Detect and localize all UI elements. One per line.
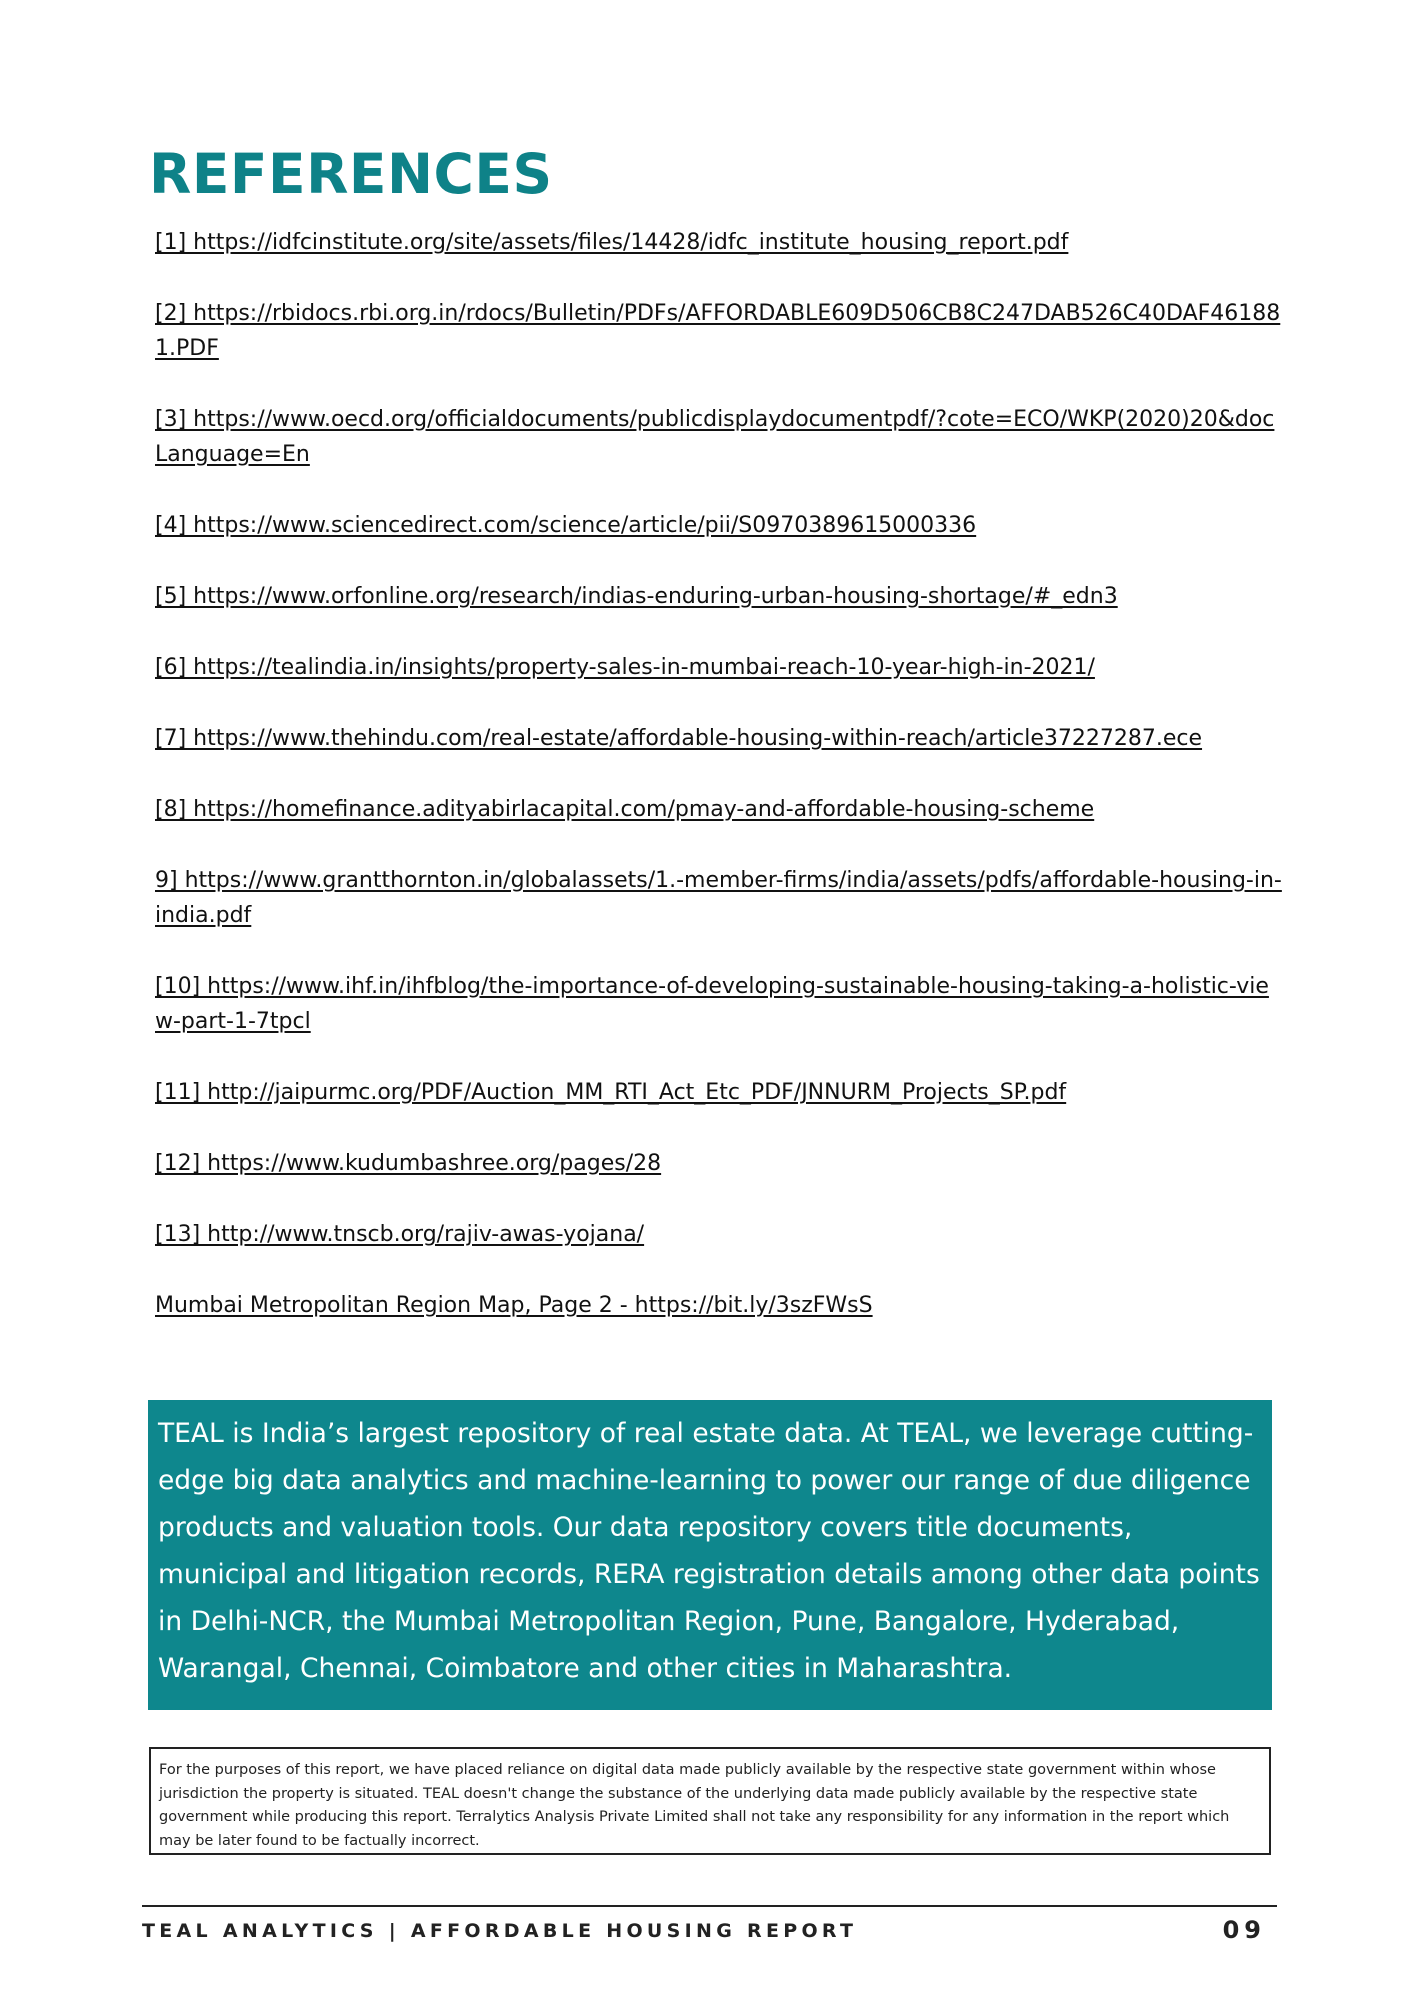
disclaimer-box: For the purposes of this report, we have… bbox=[149, 1747, 1271, 1855]
about-teal-box: TEAL is India’s largest repository of re… bbox=[148, 1400, 1272, 1710]
reference-link[interactable]: [13] http://www.tnscb.org/rajiv-awas-yoj… bbox=[155, 1217, 1285, 1252]
reference-link[interactable]: [10] https://www.ihf.in/ihfblog/the-impo… bbox=[155, 969, 1285, 1039]
reference-link[interactable]: [6] https://tealindia.in/insights/proper… bbox=[155, 650, 1285, 685]
page-title: REFERENCES bbox=[149, 142, 553, 206]
reference-link[interactable]: [7] https://www.thehindu.com/real-estate… bbox=[155, 721, 1285, 756]
reference-link[interactable]: 9] https://www.grantthornton.in/globalas… bbox=[155, 863, 1285, 933]
page: REFERENCES [1] https://idfcinstitute.org… bbox=[0, 0, 1414, 2000]
reference-link[interactable]: [4] https://www.sciencedirect.com/scienc… bbox=[155, 508, 1285, 543]
reference-list: [1] https://idfcinstitute.org/site/asset… bbox=[155, 225, 1285, 1359]
reference-link[interactable]: [8] https://homefinance.adityabirlacapit… bbox=[155, 792, 1285, 827]
footer-divider bbox=[142, 1905, 1277, 1907]
footer-report-title: TEAL ANALYTICS | AFFORDABLE HOUSING REPO… bbox=[142, 1920, 858, 1942]
reference-link[interactable]: [3] https://www.oecd.org/officialdocumen… bbox=[155, 402, 1285, 472]
reference-link[interactable]: [5] https://www.orfonline.org/research/i… bbox=[155, 579, 1285, 614]
reference-link[interactable]: [2] https://rbidocs.rbi.org.in/rdocs/Bul… bbox=[155, 296, 1285, 366]
reference-link[interactable]: [1] https://idfcinstitute.org/site/asset… bbox=[155, 225, 1285, 260]
reference-link[interactable]: [11] http://jaipurmc.org/PDF/Auction_MM_… bbox=[155, 1075, 1285, 1110]
reference-link[interactable]: Mumbai Metropolitan Region Map, Page 2 -… bbox=[155, 1288, 1285, 1323]
reference-link[interactable]: [12] https://www.kudumbashree.org/pages/… bbox=[155, 1146, 1285, 1181]
page-number: 09 bbox=[1222, 1916, 1266, 1944]
